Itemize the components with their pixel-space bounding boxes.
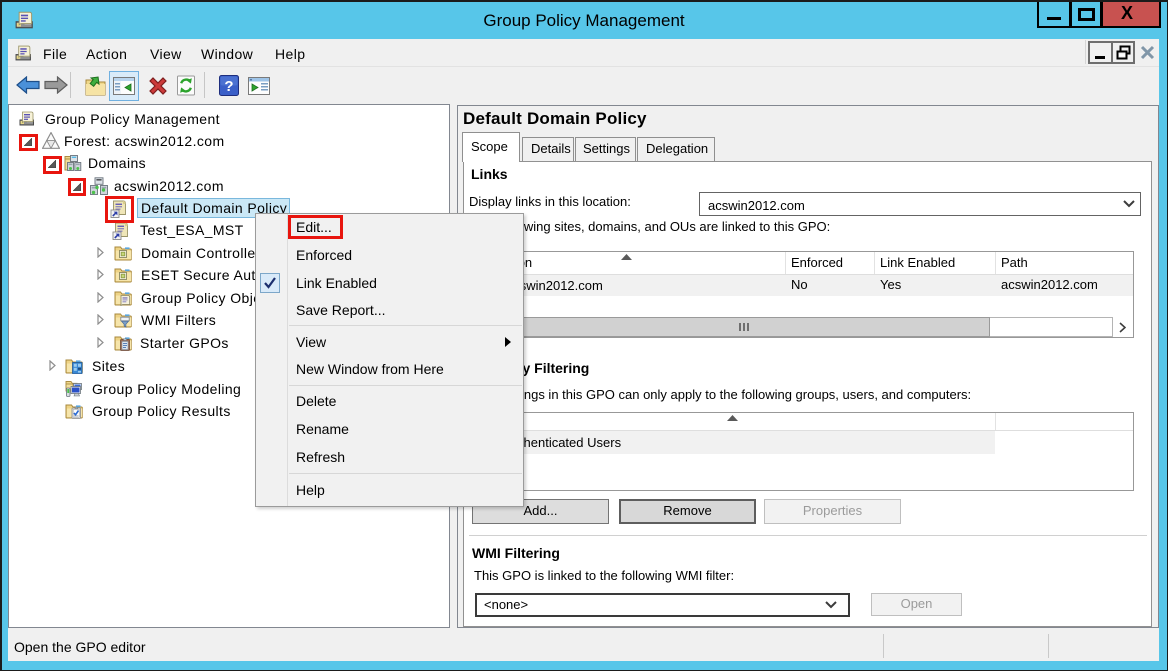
svg-text:?: ? [224, 78, 233, 95]
